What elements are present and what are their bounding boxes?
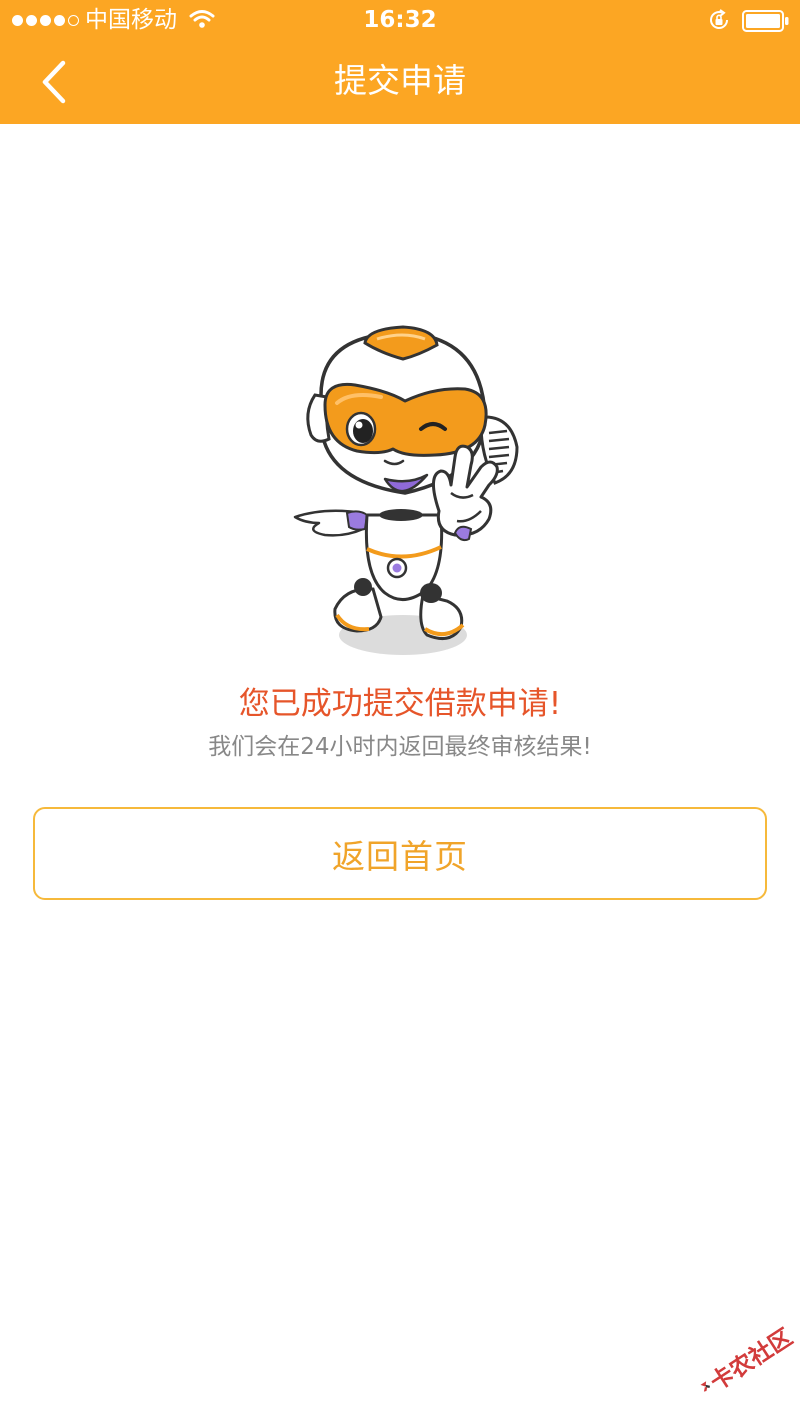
rotation-lock-icon [707,8,731,36]
success-screen: 中国移动 16:32 提交申请 您已成功提交借款申请! 我们会在24小时内返回最… [0,0,800,1423]
status-bar: 中国移动 16:32 [0,0,800,40]
header: 中国移动 16:32 提交申请 [0,0,800,124]
watermark-logo: 卡农社区 [683,1305,800,1417]
page-title: 提交申请 [334,61,466,100]
success-subtitle: 我们会在24小时内返回最终审核结果! [208,734,592,760]
return-home-button[interactable]: 返回首页 [33,807,767,900]
battery-icon [742,10,790,36]
navigation-bar: 提交申请 [0,40,800,124]
watermark-text: 卡农社区 [706,1324,798,1397]
success-title: 您已成功提交借款申请! [238,686,562,722]
status-time: 16:32 [363,7,437,33]
robot-mascot-illustration [285,325,525,665]
